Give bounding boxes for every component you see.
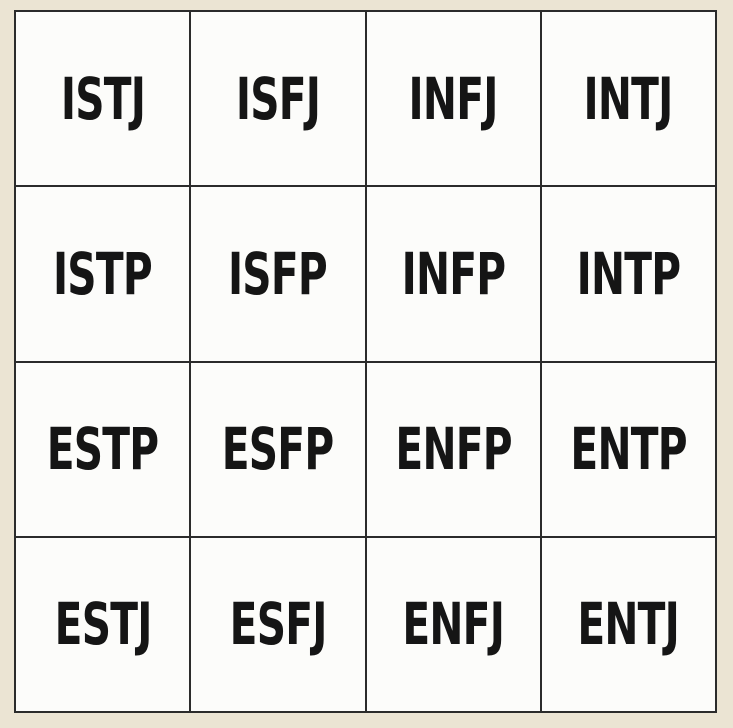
grid-cell: INTJ	[541, 12, 717, 188]
grid-cell: ISTP	[16, 187, 192, 363]
type-label: INTJ	[583, 64, 674, 133]
type-label: ESTP	[46, 415, 159, 484]
grid-cell: ISTJ	[16, 12, 192, 188]
grid-cell: INTP	[541, 187, 717, 363]
grid-cell: INFP	[366, 187, 542, 363]
type-label: INFJ	[408, 64, 499, 133]
grid-cell: ENTJ	[541, 537, 717, 713]
grid-cell: ISFJ	[191, 12, 367, 188]
grid-cell: ESFJ	[191, 537, 367, 713]
type-label: INFP	[401, 239, 505, 308]
grid-cell: ENFJ	[366, 537, 542, 713]
grid-cell: ENTP	[541, 362, 717, 538]
type-label: ESFJ	[229, 590, 327, 659]
grid-cell: ISFP	[191, 187, 367, 363]
grid-cell: ESTP	[16, 362, 192, 538]
type-label: ENTJ	[577, 590, 680, 659]
type-label: ESTJ	[54, 590, 152, 659]
type-label: ISTP	[53, 239, 153, 308]
type-label: ISFJ	[235, 64, 321, 133]
type-label: ISFP	[228, 239, 328, 308]
grid-cell: ENFP	[366, 362, 542, 538]
type-label: ENTP	[570, 415, 687, 484]
grid-cell: ESTJ	[16, 537, 192, 713]
grid-cell: ESFP	[191, 362, 367, 538]
grid-cell: INFJ	[366, 12, 542, 188]
type-label: ISTJ	[60, 64, 146, 133]
personality-type-grid: ISTJ ISFJ INFJ INTJ ISTP ISFP INFP INTP …	[14, 10, 717, 713]
type-label: ENFP	[394, 415, 512, 484]
type-label: ENFJ	[402, 590, 504, 659]
type-label: ESFP	[222, 415, 334, 484]
type-label: INTP	[576, 239, 681, 308]
